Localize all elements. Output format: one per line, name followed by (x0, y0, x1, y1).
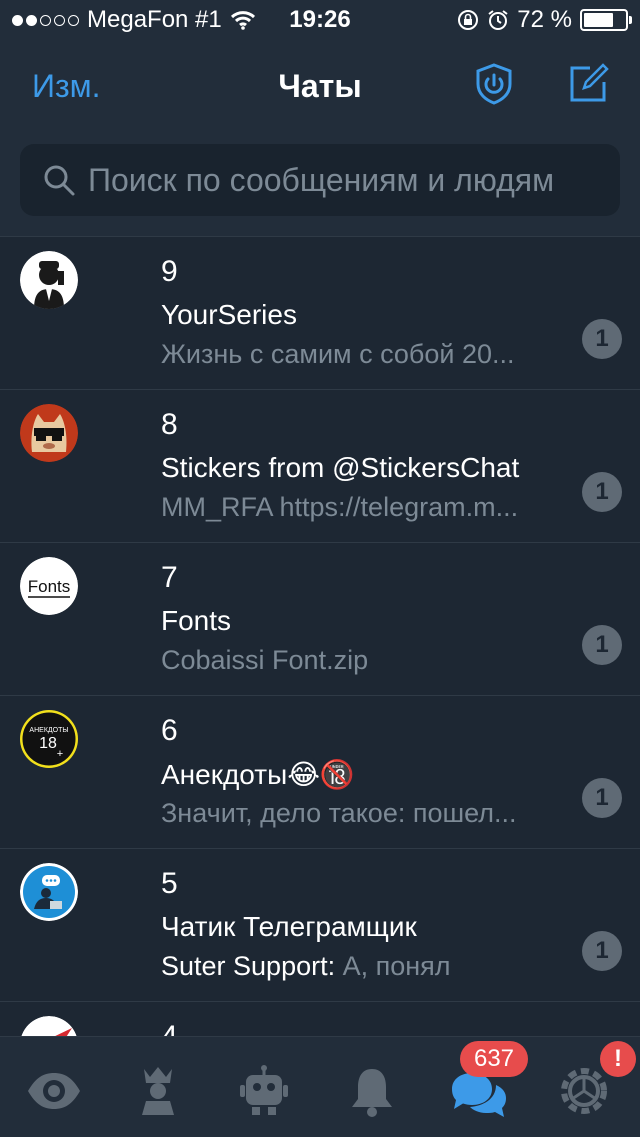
unread-badge: 1 (582, 319, 622, 359)
avatar-man-portrait (20, 251, 78, 309)
chat-sender: Suter Support: (161, 951, 336, 981)
avatar-red-arrow (20, 1016, 78, 1037)
robot-icon[interactable] (236, 1063, 292, 1119)
tab-bar: 637 ! (0, 1036, 640, 1137)
avatar-cat-sunglasses (20, 404, 78, 462)
chat-preview: Значит, дело такое: пошел... (161, 798, 517, 828)
avatar-support-person (20, 863, 78, 921)
search-placeholder: Поиск по сообщениям и людям (88, 161, 555, 198)
chat-title: Fonts (161, 605, 232, 636)
battery-icon (580, 9, 632, 31)
chat-title: YourSeries (161, 299, 297, 330)
chat-title: Анекдоты😂🔞 (161, 759, 355, 790)
navigation-bar: Изм. Чаты (0, 40, 640, 128)
status-right: 72 % (457, 6, 632, 34)
battery-percent: 72 % (517, 6, 572, 33)
settings-gear-icon[interactable] (556, 1063, 612, 1119)
chat-number: 6 (161, 714, 178, 747)
chat-number: 5 (161, 867, 178, 900)
chat-number: 9 (161, 255, 178, 288)
settings-alert-badge: ! (600, 1041, 636, 1077)
page-title: Чаты (278, 68, 362, 104)
avatar-anekdoty-18: АНЕКДОТЫ 18 + (20, 710, 78, 768)
chat-item-anekdoty[interactable]: АНЕКДОТЫ 18 + 6 Анекдоты😂🔞 Значит, дело … (0, 696, 640, 849)
unread-badge: 1 (582, 625, 622, 665)
svg-text:18: 18 (39, 735, 57, 752)
svg-text:+: + (57, 748, 63, 760)
unread-badge: 1 (582, 778, 622, 818)
chat-number: 7 (161, 561, 178, 594)
chat-preview-text: А, понял (335, 951, 451, 981)
chats-unread-badge: 637 (460, 1041, 528, 1077)
search-icon (44, 165, 75, 196)
chat-item-fonts[interactable]: Fonts 7 Fonts Cobaissi Font.zip 1 (0, 543, 640, 696)
unread-badge: 1 (582, 472, 622, 512)
compose-icon[interactable] (566, 62, 610, 106)
svg-text:Fonts: Fonts (28, 577, 71, 596)
chat-preview: MM_RFA https://telegram.m... (161, 492, 519, 522)
alarm-icon (488, 10, 508, 30)
chess-king-icon[interactable] (130, 1063, 186, 1119)
bell-icon[interactable] (344, 1063, 400, 1119)
search-input[interactable]: Поиск по сообщениям и людям (20, 144, 620, 216)
chat-preview: Suter Support: А, понял (161, 951, 571, 982)
shield-power-icon[interactable] (472, 62, 516, 106)
chat-title: Чатик Телеграмщик (161, 911, 417, 942)
chat-number: 8 (161, 408, 178, 441)
chat-number: 4 (161, 1020, 178, 1037)
unread-badge: 1 (582, 931, 622, 971)
rotation-lock-icon (458, 10, 479, 30)
chat-item-yourseries[interactable]: 9 YourSeries Жизнь с самим с собой 20...… (0, 237, 640, 390)
search-area: Поиск по сообщениям и людям (0, 128, 640, 236)
chat-item-stickers[interactable]: 8 Stickers from @StickersChat MM_RFA htt… (0, 390, 640, 543)
chat-title: Stickers from @StickersChat (161, 452, 520, 483)
chat-preview: Жизнь с самим с собой 20... (161, 339, 515, 369)
chat-list: 9 YourSeries Жизнь с самим с собой 20...… (0, 236, 640, 1037)
chat-item-4[interactable]: 4 (0, 1002, 640, 1037)
svg-text:АНЕКДОТЫ: АНЕКДОТЫ (29, 727, 68, 734)
status-bar: MegaFon #1 19:26 72 % (0, 0, 640, 40)
chat-preview: Cobaissi Font.zip (161, 645, 369, 675)
chat-item-telegramshchik[interactable]: 5 Чатик Телеграмщик Suter Support: А, по… (0, 849, 640, 1002)
eye-icon[interactable] (26, 1063, 82, 1119)
avatar-fonts-logo: Fonts (20, 557, 78, 615)
